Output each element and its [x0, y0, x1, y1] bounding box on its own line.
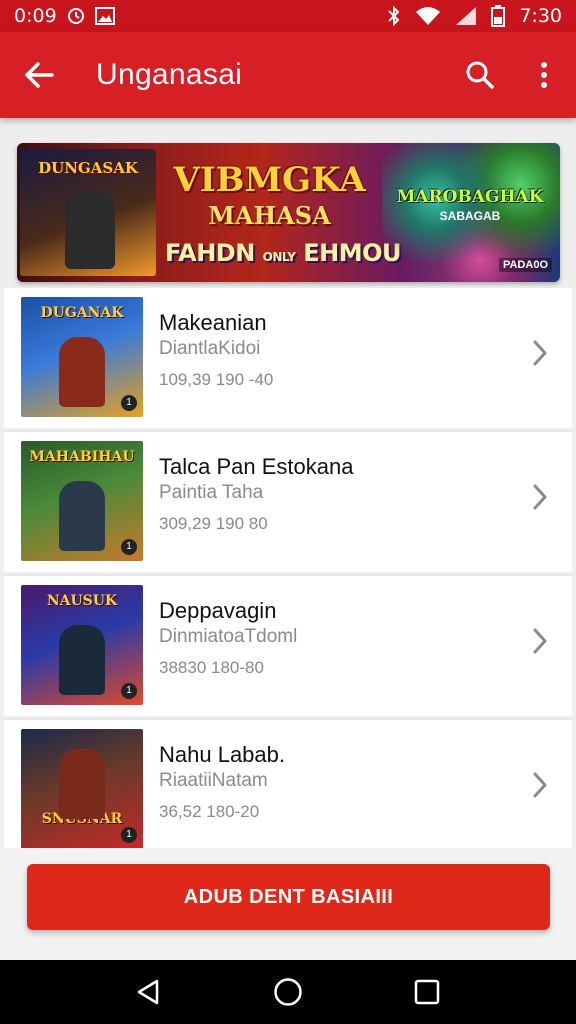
battery-icon — [491, 5, 506, 27]
game-list: DUGANAK 1 Makeanian DiantlaKidoi 109,39 … — [0, 288, 576, 862]
chevron-right-icon — [533, 340, 547, 366]
banner-thumbnail: DUNGASAK — [20, 149, 156, 276]
item-meta: 38830 180-80 — [159, 658, 264, 677]
banner-tagline-small: ONLY — [262, 250, 296, 264]
list-item[interactable]: NAUSUK 1 Deppavagin DinmiatoaTdoml 38830… — [4, 576, 572, 716]
item-cover-figure — [59, 337, 105, 407]
item-cover-title: DUGANAK — [40, 305, 124, 321]
status-time-right: 7:30 — [519, 5, 562, 27]
banner-art-subtitle: SABAGAB — [439, 209, 501, 223]
item-name: Nahu Labab. — [159, 742, 285, 767]
item-cover-badge: 1 — [121, 683, 137, 699]
nav-home-icon[interactable] — [258, 962, 318, 1022]
banner-subtitle: MAHASA — [208, 201, 331, 230]
more-vert-icon[interactable] — [512, 32, 576, 118]
featured-banner[interactable]: DUNGASAK VIBMGKA MAHASA FAHDN ONLY EHMOU… — [17, 143, 560, 282]
status-bar: 0:09 7:30 — [0, 0, 576, 32]
item-meta: 109,39 190 -40 — [159, 370, 274, 389]
item-cover-figure — [59, 749, 105, 819]
item-cover: SNUSNAR 1 — [21, 729, 143, 849]
item-subtitle: DiantlaKidoi — [159, 338, 261, 359]
signal-icon — [455, 6, 477, 26]
bluetooth-icon — [387, 6, 401, 26]
item-name: Talca Pan Estokana — [159, 454, 354, 479]
primary-action-button[interactable]: ADUB DENT BASIAIII — [27, 864, 550, 930]
system-nav-bar — [0, 960, 576, 1024]
item-cover-badge: 1 — [121, 395, 137, 411]
nav-back-icon[interactable] — [119, 962, 179, 1022]
item-cover-title: NAUSUK — [46, 593, 118, 609]
banner-title: VIBMGKA — [173, 160, 366, 200]
page-title: Unganasai — [96, 58, 243, 91]
list-item[interactable]: SNUSNAR 1 Nahu Labab. RiaatiiNatam 36,52… — [4, 720, 572, 860]
item-name: Deppavagin — [159, 598, 277, 623]
banner-hero-figure — [65, 189, 115, 269]
nav-recents-icon[interactable] — [397, 962, 457, 1022]
item-cover-title: MAHABIHAU — [29, 449, 135, 465]
image-icon — [94, 7, 115, 25]
chevron-right-icon — [533, 772, 547, 798]
item-name: Makeanian — [159, 310, 267, 335]
item-cover-badge: 1 — [121, 539, 137, 555]
item-subtitle: DinmiatoaTdoml — [159, 626, 298, 647]
item-subtitle: RiaatiiNatam — [159, 770, 268, 791]
banner-tagline-main: FAHDN — [165, 239, 255, 267]
banner-tagline: FAHDN ONLY EHMOU — [165, 239, 402, 267]
alarm-icon — [67, 7, 85, 25]
item-cover: MAHABIHAU 1 — [21, 441, 143, 561]
banner-thumb-title: DUNGASAK — [38, 159, 138, 177]
item-meta: 36,52 180-20 — [159, 802, 260, 821]
wifi-icon — [415, 6, 441, 26]
item-cover: DUGANAK 1 — [21, 297, 143, 417]
list-item[interactable]: MAHABIHAU 1 Talca Pan Estokana Paintia T… — [4, 432, 572, 572]
item-cover-figure — [59, 625, 105, 695]
list-item[interactable]: DUGANAK 1 Makeanian DiantlaKidoi 109,39 … — [4, 288, 572, 428]
banner-art-title: MAROBAGHAK — [396, 187, 544, 207]
item-meta: 309,29 190 80 — [159, 514, 268, 533]
back-arrow-icon[interactable] — [0, 32, 78, 118]
search-icon[interactable] — [448, 32, 512, 118]
item-subtitle: Paintia Taha — [159, 482, 264, 503]
app-bar: Unganasai — [0, 32, 576, 118]
status-time-left: 0:09 — [14, 5, 57, 27]
item-cover: NAUSUK 1 — [21, 585, 143, 705]
item-cover-badge: 1 — [121, 827, 137, 843]
banner-badge: PADA0O — [498, 258, 552, 272]
chevron-right-icon — [533, 628, 547, 654]
chevron-right-icon — [533, 484, 547, 510]
item-cover-figure — [59, 481, 105, 551]
